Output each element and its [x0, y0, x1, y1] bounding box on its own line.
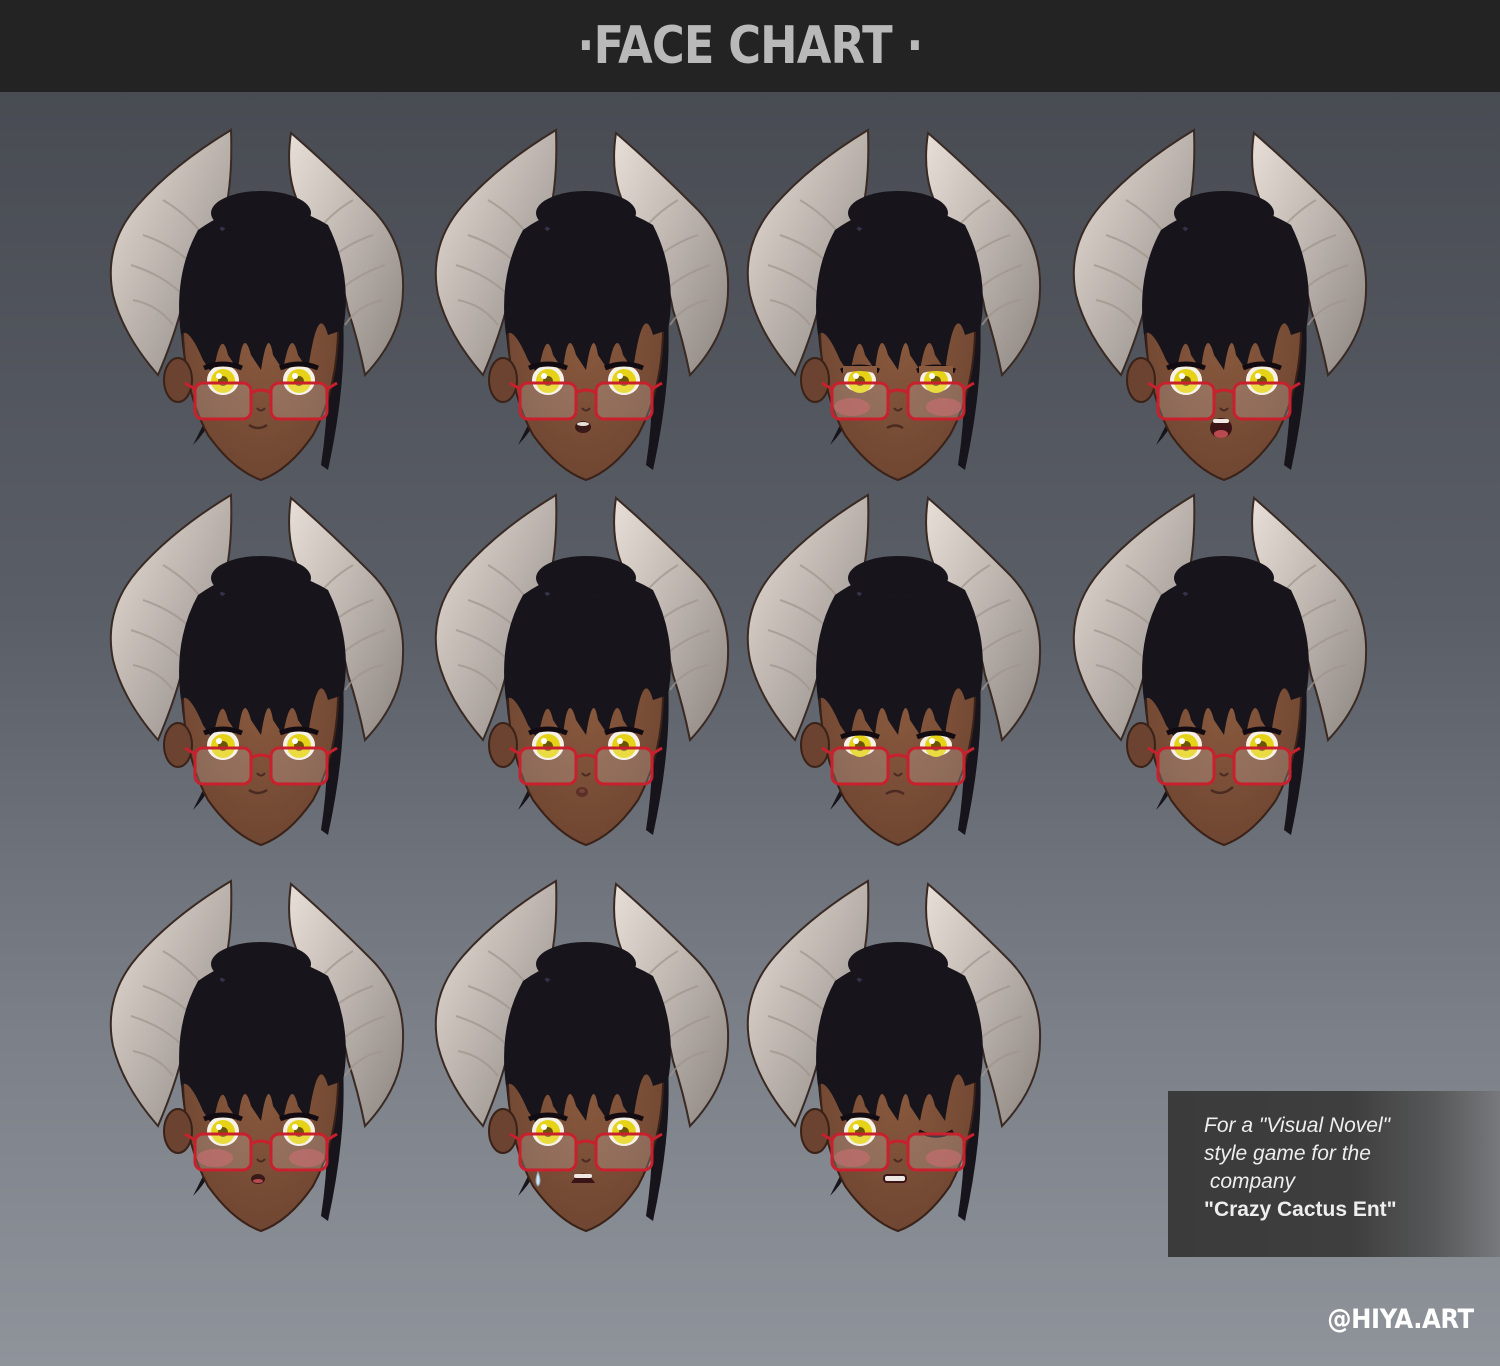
face-shocked [1066, 125, 1376, 495]
face-smile [103, 125, 413, 495]
caption-line: style game for the [1204, 1142, 1371, 1165]
mouth [576, 787, 588, 797]
caption-line: company [1204, 1170, 1296, 1193]
artist-credit: @HIYA.ART [1327, 1304, 1475, 1335]
face-frown [740, 490, 1050, 860]
face-smile [103, 490, 413, 860]
mouth [575, 421, 591, 433]
mouth [1210, 418, 1232, 438]
face-smirk [1066, 490, 1376, 860]
caption-box: For a "Visual Novel" style game for the … [1168, 1091, 1500, 1257]
header-bar: ·FACE CHART · [0, 0, 1500, 92]
mouth [251, 1174, 265, 1184]
face-upset [428, 876, 738, 1246]
face-pout-blush [740, 125, 1050, 495]
caption-company: "Crazy Cactus Ent" [1204, 1198, 1397, 1221]
face-flustered [103, 876, 413, 1246]
face-wink-grimace [740, 876, 1050, 1246]
mouth [571, 1173, 595, 1183]
caption-line: For a "Visual Novel" [1204, 1114, 1391, 1137]
page-title: ·FACE CHART · [577, 16, 923, 76]
face-pucker [428, 490, 738, 860]
mouth [883, 1174, 907, 1183]
face-surprised [428, 125, 738, 495]
